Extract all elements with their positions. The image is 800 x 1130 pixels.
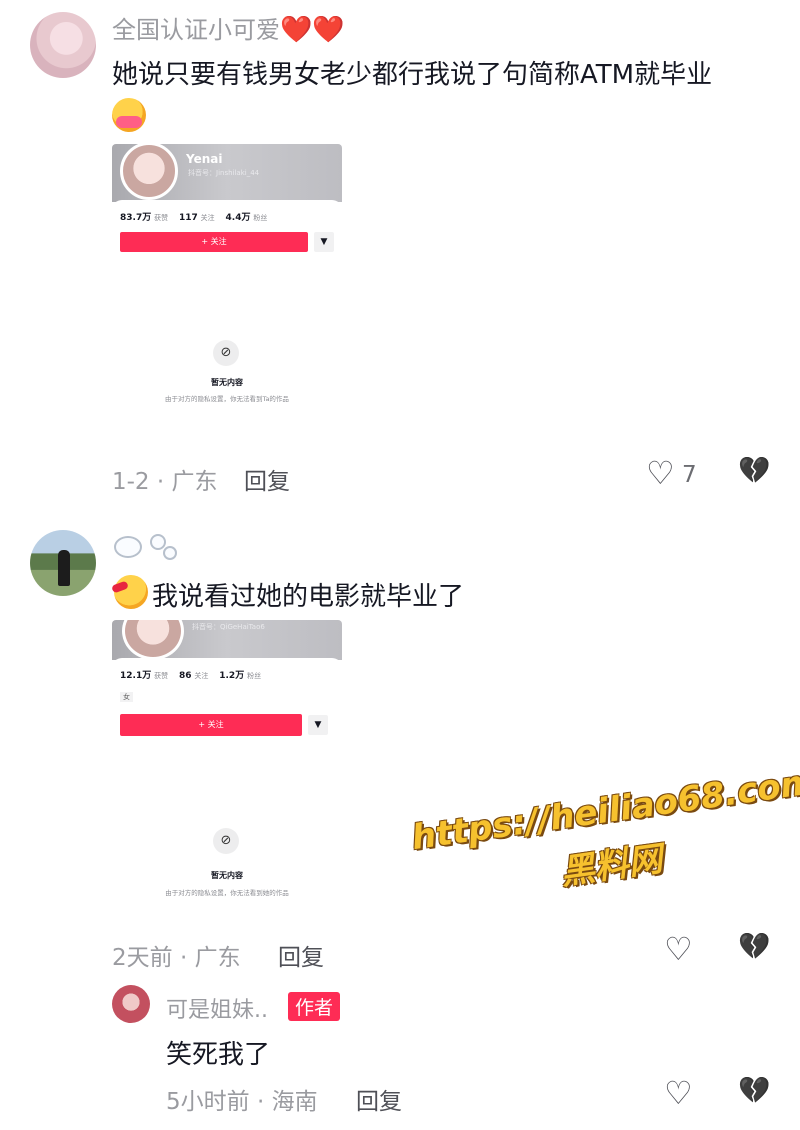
comment-text: 我说看过她的电影就毕业了 xyxy=(152,582,465,612)
dislike-broken-heart-icon[interactable]: 💔 xyxy=(738,932,770,962)
dropdown-icon: ▼ xyxy=(314,232,334,252)
reply-avatar[interactable] xyxy=(112,985,150,1023)
like-heart-icon[interactable]: ♡ xyxy=(664,1074,693,1112)
empty-title: 暂无内容 xyxy=(211,378,243,387)
reply-meta: 5小时前 · 海南 xyxy=(166,1089,318,1115)
dizzy-face-emoji-icon xyxy=(114,575,148,609)
like-heart-icon[interactable]: ♡ xyxy=(646,454,675,492)
no-content-icon: ⊘ xyxy=(213,828,239,854)
bubble-icon xyxy=(163,546,177,560)
profile-avatar xyxy=(120,144,178,200)
heart-emoji-icon: ❤️❤️ xyxy=(280,15,345,45)
profile-name: Yenai xyxy=(186,152,223,166)
thought-bubble-icon xyxy=(114,536,142,558)
reply-text: 笑死我了 xyxy=(166,1040,271,1070)
like-count: 7 xyxy=(682,462,697,488)
comment-meta: 1-2 · 广东 xyxy=(112,469,218,495)
follow-button: + 关注 xyxy=(120,232,308,252)
gender-tag: 女 xyxy=(120,692,133,702)
empty-title: 暂无内容 xyxy=(211,871,243,880)
follow-button: + 关注 xyxy=(120,714,302,736)
watermark-name: 黑料网 xyxy=(558,839,665,893)
reply-button[interactable]: 回复 xyxy=(356,1082,402,1116)
reply-button[interactable]: 回复 xyxy=(244,462,290,496)
profile-screenshot-image[interactable]: 抖音号：QiGeHaiTao6 12.1万 获赞 86 关注 1.2万 粉丝 女… xyxy=(112,620,342,925)
comment-meta: 2天前 · 广东 xyxy=(112,945,241,971)
hug-emoji-icon xyxy=(112,98,146,132)
commenter-avatar[interactable] xyxy=(30,530,96,596)
dislike-broken-heart-icon[interactable]: 💔 xyxy=(738,1076,770,1106)
profile-stats: 83.7万 获赞 117 关注 4.4万 粉丝 xyxy=(120,213,268,223)
author-badge: 作者 xyxy=(288,992,341,1021)
comment-text: 她说只要有钱男女老少都行我说了句简称ATM就毕业 xyxy=(112,60,713,90)
reply-username[interactable]: 可是姐妹.. xyxy=(166,992,268,1024)
profile-body: 83.7万 获赞 117 关注 4.4万 粉丝 + 关注 ▼ ⊘ 暂无内容 由于… xyxy=(112,200,342,449)
empty-description: 由于对方的隐私设置，你无法看到她的作品 xyxy=(165,889,289,897)
dropdown-icon: ▼ xyxy=(308,715,328,735)
profile-id: 抖音号：Jinshilaki_44 xyxy=(188,169,260,177)
no-content-icon: ⊘ xyxy=(213,340,239,366)
dislike-broken-heart-icon[interactable]: 💔 xyxy=(738,456,770,486)
profile-id: 抖音号：QiGeHaiTao6 xyxy=(192,623,265,631)
commenter-avatar[interactable] xyxy=(30,12,96,78)
like-heart-icon[interactable]: ♡ xyxy=(664,930,693,968)
profile-body: 12.1万 获赞 86 关注 1.2万 粉丝 女 + 关注 ▼ ⊘ 暂无内容 由… xyxy=(112,658,342,925)
profile-screenshot-image[interactable]: Yenai 抖音号：Jinshilaki_44 83.7万 获赞 117 关注 … xyxy=(112,144,342,449)
empty-description: 由于对方的隐私设置，你无法看到Ta的作品 xyxy=(165,395,289,403)
comment-username[interactable]: 全国认证小可爱❤️❤️ xyxy=(112,10,345,45)
profile-stats: 12.1万 获赞 86 关注 1.2万 粉丝 xyxy=(120,671,262,681)
reply-button[interactable]: 回复 xyxy=(278,938,324,972)
